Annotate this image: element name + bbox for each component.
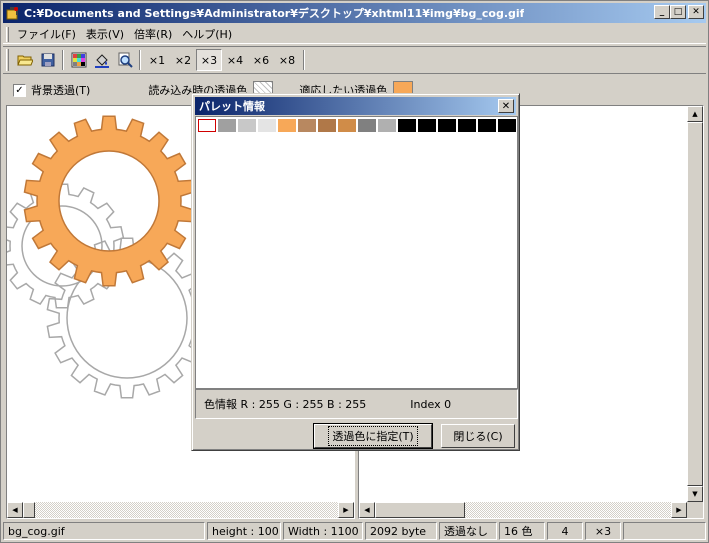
dialog-close-label: 閉じる(C) bbox=[453, 430, 503, 443]
palette-button[interactable] bbox=[67, 49, 90, 71]
palette-swatches bbox=[198, 119, 516, 132]
scroll-thumb[interactable] bbox=[687, 122, 703, 486]
palette-area bbox=[195, 116, 518, 389]
palette-swatch[interactable] bbox=[218, 119, 236, 132]
palette-swatch[interactable] bbox=[318, 119, 336, 132]
menu-grip[interactable] bbox=[6, 26, 9, 42]
magnifier-icon bbox=[118, 52, 133, 68]
dialog-close-button[interactable]: ✕ bbox=[498, 99, 514, 113]
zoom-x6-button[interactable]: ×6 bbox=[248, 49, 274, 71]
scroll-right-button[interactable]: ▶ bbox=[338, 502, 354, 518]
menu-view[interactable]: 表示(V) bbox=[82, 26, 130, 42]
toolbar-separator bbox=[139, 50, 141, 70]
scroll-left-button[interactable]: ◀ bbox=[7, 502, 23, 518]
arrow-right-icon: ▶ bbox=[676, 506, 682, 514]
open-button[interactable] bbox=[13, 49, 36, 71]
dialog-title-bar[interactable]: パレット情報 ✕ bbox=[195, 97, 516, 115]
close-icon: ✕ bbox=[501, 100, 511, 112]
status-width: Width : 1100 bbox=[283, 522, 363, 540]
dialog-close-btn[interactable]: 閉じる(C) bbox=[441, 424, 515, 448]
menu-help[interactable]: ヘルプ(H) bbox=[178, 26, 238, 42]
minimize-button[interactable]: _ bbox=[654, 5, 670, 19]
save-disk-icon bbox=[41, 53, 54, 67]
palette-swatch[interactable] bbox=[478, 119, 496, 132]
left-hscrollbar[interactable]: ◀ ▶ bbox=[7, 502, 354, 518]
zoom-tool-button[interactable] bbox=[113, 49, 136, 71]
dialog-title: パレット情報 bbox=[199, 100, 265, 113]
palette-swatch[interactable] bbox=[378, 119, 396, 132]
status-bar: bg_cog.gif height : 100 Width : 1100 209… bbox=[3, 522, 706, 541]
arrow-left-icon: ◀ bbox=[12, 506, 18, 514]
status-zoom: ×3 bbox=[585, 522, 621, 540]
menu-zoom[interactable]: 倍率(R) bbox=[130, 26, 178, 42]
menu-file[interactable]: ファイル(F) bbox=[13, 26, 82, 42]
palette-grid-icon bbox=[71, 52, 86, 68]
arrow-up-icon: ▲ bbox=[692, 110, 698, 118]
status-bits: 4 bbox=[547, 522, 583, 540]
palette-swatch[interactable] bbox=[458, 119, 476, 132]
scroll-left-button[interactable]: ◀ bbox=[359, 502, 375, 518]
status-extra bbox=[623, 522, 706, 540]
scroll-corner bbox=[687, 502, 703, 518]
main-window: C:¥Documents and Settings¥Administrator¥… bbox=[0, 0, 709, 543]
palette-swatch[interactable] bbox=[278, 119, 296, 132]
close-icon: ✕ bbox=[692, 6, 700, 17]
palette-swatch[interactable] bbox=[298, 119, 316, 132]
app-icon[interactable] bbox=[5, 5, 21, 21]
color-index-text: Index 0 bbox=[410, 397, 452, 411]
set-transparent-label: 透過色に指定(T) bbox=[328, 426, 418, 446]
zoom-x8-button[interactable]: ×8 bbox=[274, 49, 300, 71]
maximize-button[interactable]: □ bbox=[670, 5, 686, 19]
title-bar[interactable]: C:¥Documents and Settings¥Administrator¥… bbox=[3, 3, 706, 23]
palette-swatch[interactable] bbox=[358, 119, 376, 132]
status-size: 2092 byte bbox=[365, 522, 437, 540]
minimize-icon: _ bbox=[659, 6, 665, 17]
toolbar-separator bbox=[62, 50, 64, 70]
bg-transparent-checkbox[interactable]: ✓ bbox=[13, 83, 26, 97]
palette-swatch[interactable] bbox=[438, 119, 456, 132]
arrow-down-icon: ▼ bbox=[692, 490, 698, 498]
zoom-x2-button[interactable]: ×2 bbox=[170, 49, 196, 71]
set-transparent-button[interactable]: 透過色に指定(T) bbox=[313, 423, 433, 449]
maximize-icon: □ bbox=[673, 6, 683, 17]
scroll-thumb[interactable] bbox=[375, 502, 465, 518]
palette-swatch[interactable] bbox=[498, 119, 516, 132]
fill-bucket-icon bbox=[94, 54, 109, 68]
status-colors: 16 色 bbox=[499, 522, 545, 540]
palette-swatch[interactable] bbox=[258, 119, 276, 132]
fill-button[interactable] bbox=[90, 49, 113, 71]
scroll-up-button[interactable]: ▲ bbox=[687, 106, 703, 122]
palette-dialog: パレット情報 ✕ 色情報 R : 255 G : 255 B : 255 Ind… bbox=[191, 93, 520, 451]
palette-swatch[interactable] bbox=[238, 119, 256, 132]
save-button[interactable] bbox=[36, 49, 59, 71]
right-hscrollbar[interactable]: ◀ ▶ bbox=[359, 502, 687, 518]
close-button[interactable]: ✕ bbox=[688, 5, 704, 19]
zoom-x3-button[interactable]: ×3 bbox=[196, 49, 222, 71]
toolbar: ×1 ×2 ×3 ×4 ×6 ×8 bbox=[3, 46, 706, 74]
color-info-text: 色情報 R : 255 G : 255 B : 255 bbox=[204, 398, 367, 411]
color-info-box: 色情報 R : 255 G : 255 B : 255 Index 0 bbox=[195, 389, 518, 419]
menu-bar: ファイル(F) 表示(V) 倍率(R) ヘルプ(H) bbox=[3, 25, 706, 44]
right-vscrollbar[interactable]: ▲ ▼ bbox=[687, 106, 703, 502]
palette-swatch[interactable] bbox=[418, 119, 436, 132]
palette-swatch[interactable] bbox=[338, 119, 356, 132]
zoom-x4-button[interactable]: ×4 bbox=[222, 49, 248, 71]
toolbar-separator bbox=[303, 50, 305, 70]
scroll-down-button[interactable]: ▼ bbox=[687, 486, 703, 502]
status-filename: bg_cog.gif bbox=[3, 522, 205, 540]
toolbar-grip[interactable] bbox=[6, 49, 9, 71]
status-height: height : 100 bbox=[207, 522, 281, 540]
open-folder-icon bbox=[16, 55, 33, 66]
scroll-thumb[interactable] bbox=[23, 502, 35, 518]
palette-swatch[interactable] bbox=[198, 119, 216, 132]
arrow-right-icon: ▶ bbox=[343, 506, 349, 514]
arrow-left-icon: ◀ bbox=[364, 506, 370, 514]
window-title: C:¥Documents and Settings¥Administrator¥… bbox=[24, 7, 525, 20]
zoom-x1-button[interactable]: ×1 bbox=[144, 49, 170, 71]
status-transparency: 透過なし bbox=[439, 522, 497, 540]
bg-transparent-label[interactable]: 背景透過(T) bbox=[31, 82, 90, 98]
scroll-right-button[interactable]: ▶ bbox=[671, 502, 687, 518]
palette-swatch[interactable] bbox=[398, 119, 416, 132]
